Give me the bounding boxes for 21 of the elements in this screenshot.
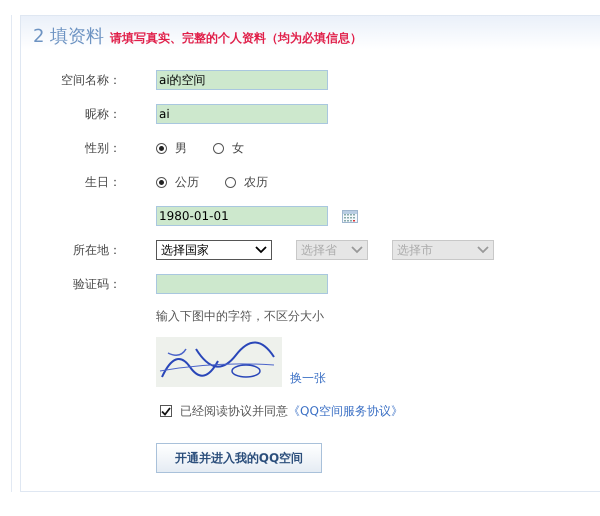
agreement-link[interactable]: 《QQ空间服务协议》 xyxy=(288,402,403,420)
option-label: 男 xyxy=(175,140,187,156)
field-label: 验证码： xyxy=(72,276,121,292)
field-label: 所在地： xyxy=(72,242,121,258)
refresh-captcha-link[interactable]: 换一张 xyxy=(290,370,326,387)
dropdown[interactable]: 选择国家 xyxy=(156,240,272,260)
date-field[interactable]: 1980-01-01 xyxy=(156,206,328,226)
input-field[interactable]: ai的空间 xyxy=(156,70,328,90)
submit-button[interactable]: 开通并进入我的QQ空间 xyxy=(156,443,322,473)
field-label: 性别： xyxy=(84,140,121,156)
step-title: 2 填资料 xyxy=(33,25,104,48)
header-note: 请填写真实、完整的个人资料（均为必填信息） xyxy=(110,30,362,47)
field-label: 昵称： xyxy=(84,106,121,122)
option-label: 农历 xyxy=(244,174,268,190)
captcha-hint: 输入下图中的字符，不区分大小 xyxy=(156,308,325,325)
option-label: 女 xyxy=(232,140,244,156)
field-label: 生日： xyxy=(84,174,121,190)
option-label: 公历 xyxy=(175,174,199,190)
agreement-text: 已经阅读协议并同意 xyxy=(180,402,288,420)
input-field[interactable]: ai xyxy=(156,104,328,124)
field-label: 空间名称： xyxy=(60,72,121,88)
